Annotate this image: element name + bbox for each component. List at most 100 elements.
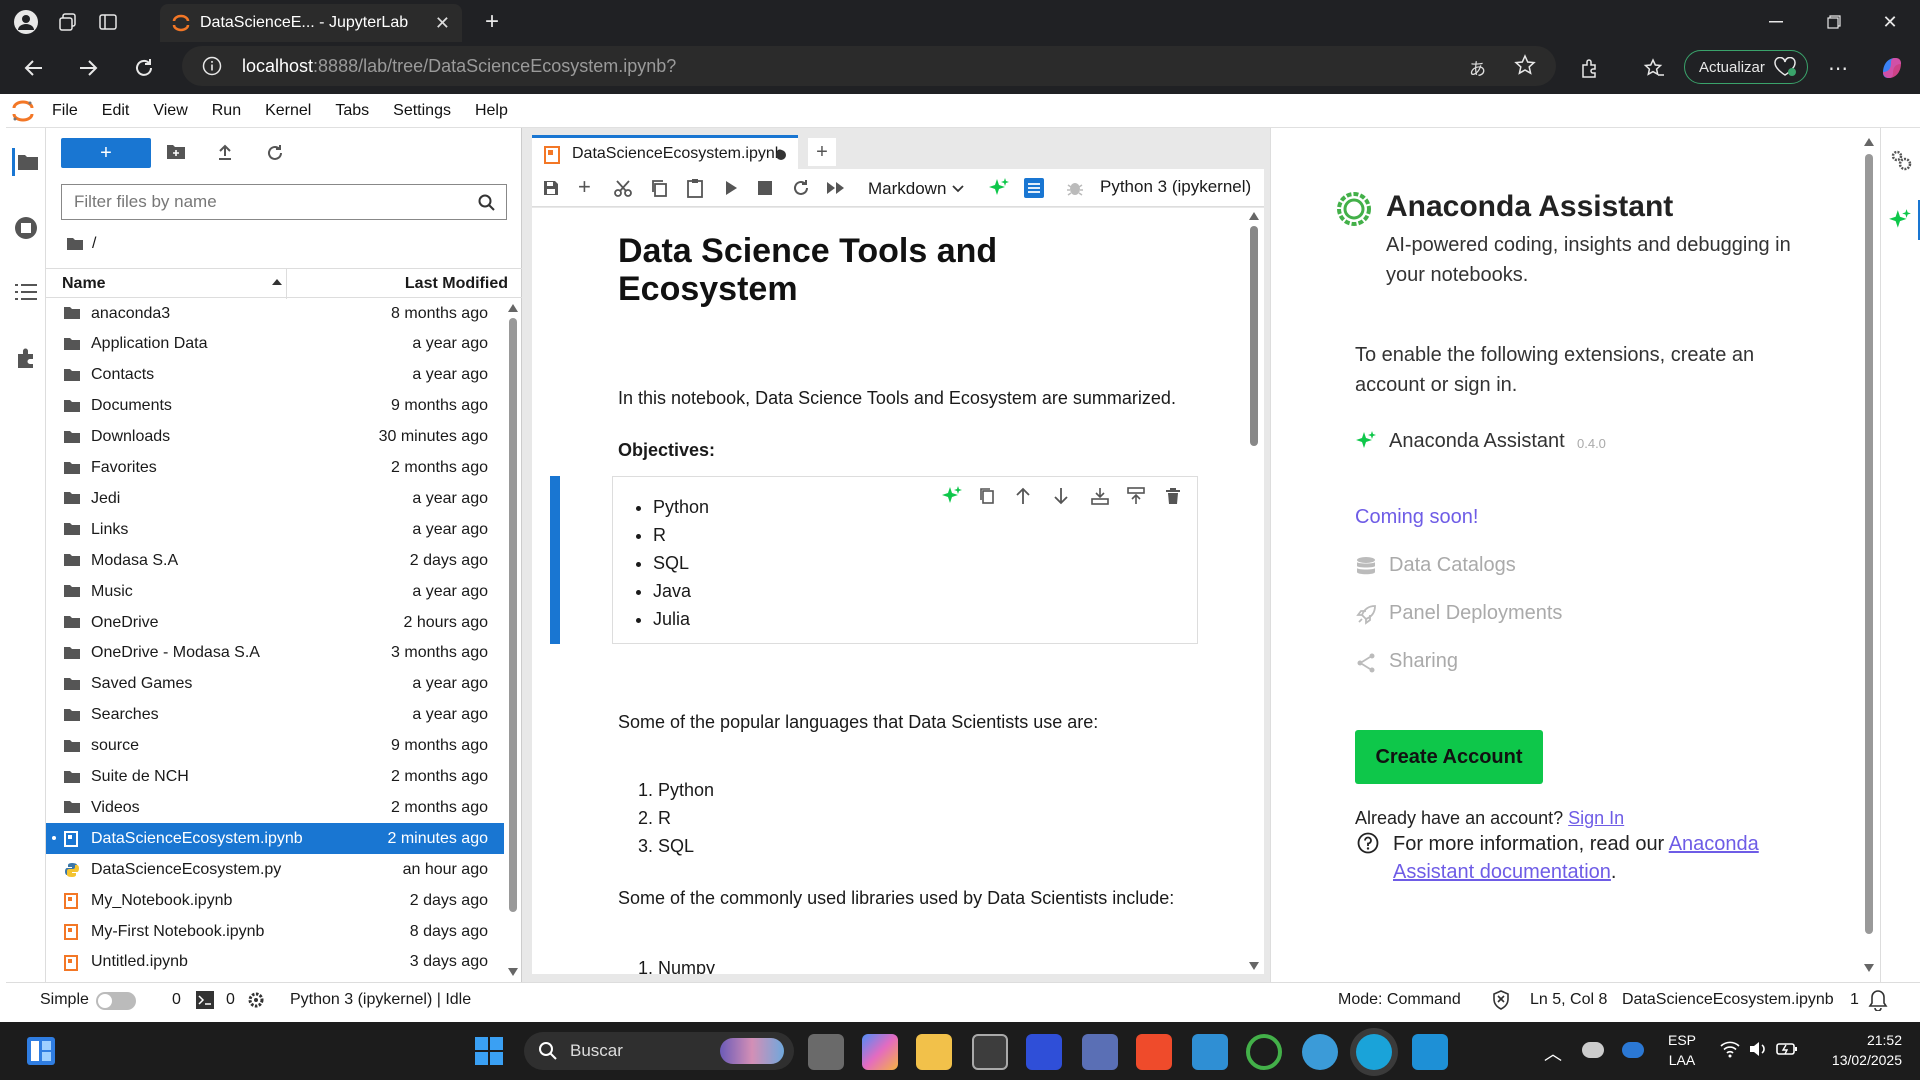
menu-settings[interactable]: Settings	[393, 102, 451, 120]
wifi-icon[interactable]	[1720, 1040, 1740, 1058]
file-browser-icon[interactable]	[12, 148, 40, 176]
file-row[interactable]: OneDrive 2 hours ago	[46, 607, 504, 638]
unsaved-dot-icon[interactable]	[776, 150, 786, 160]
file-row[interactable]: Searches a year ago	[46, 700, 504, 731]
property-inspector-gears-icon[interactable]	[1889, 148, 1913, 172]
running-kernels-icon[interactable]	[12, 214, 40, 242]
menu-edit[interactable]: Edit	[102, 102, 130, 120]
copy-icon[interactable]	[650, 179, 668, 197]
favorite-star-icon[interactable]	[1514, 54, 1536, 76]
battery-icon[interactable]	[1776, 1040, 1798, 1058]
breadcrumb[interactable]: /	[66, 232, 96, 256]
save-icon[interactable]	[542, 179, 560, 197]
notebook-mode[interactable]: Mode: Command	[1338, 991, 1461, 1009]
start-windows-icon[interactable]	[474, 1036, 504, 1066]
taskbar-search[interactable]: Buscar	[524, 1032, 794, 1070]
menu-help[interactable]: Help	[475, 102, 508, 120]
edge-browser-icon[interactable]	[1356, 1034, 1392, 1070]
minimize-icon[interactable]	[1762, 8, 1790, 36]
paste-icon[interactable]	[686, 178, 704, 198]
more-options-icon[interactable]: ⋯	[1824, 54, 1852, 82]
menu-run[interactable]: Run	[212, 102, 241, 120]
app-math-icon[interactable]	[1026, 1034, 1062, 1070]
profile-icon[interactable]	[10, 6, 42, 38]
new-folder-icon[interactable]	[166, 144, 190, 164]
file-row[interactable]: Videos 2 months ago	[46, 792, 504, 823]
extension-manager-icon[interactable]	[12, 344, 40, 372]
copilot-icon[interactable]	[1876, 52, 1908, 84]
volume-icon[interactable]	[1748, 1040, 1768, 1058]
notification-count[interactable]: 1	[1850, 991, 1859, 1009]
restart-run-all-icon[interactable]	[826, 181, 846, 195]
app-window-icon[interactable]	[1192, 1034, 1228, 1070]
insert-cell-icon[interactable]: +	[578, 176, 591, 198]
task-view-icon[interactable]	[808, 1034, 844, 1070]
column-name[interactable]: Name	[62, 275, 106, 293]
app-globe-icon[interactable]	[1302, 1034, 1338, 1070]
assistant-sparkle-icon[interactable]	[988, 177, 1010, 199]
show-hidden-icons-icon[interactable]: ︿	[1544, 1040, 1562, 1066]
create-account-button[interactable]: Create Account	[1355, 730, 1543, 784]
filter-files-input[interactable]: Filter files by name	[61, 184, 507, 220]
sort-ascending-icon[interactable]	[272, 279, 282, 285]
kernel-name[interactable]: Python 3 (ipykernel)	[1100, 177, 1251, 197]
upload-icon[interactable]	[216, 144, 240, 164]
workspaces-icon[interactable]	[54, 8, 82, 36]
delete-cell-icon[interactable]	[1165, 487, 1181, 505]
cursor-position[interactable]: Ln 5, Col 8	[1530, 991, 1607, 1009]
app-hexagon-icon[interactable]	[972, 1034, 1008, 1070]
file-row[interactable]: Jedi a year ago	[46, 483, 504, 514]
tab-actions-icon[interactable]	[94, 8, 122, 36]
notebook-scrollbar[interactable]	[1244, 208, 1264, 974]
read-aloud-icon[interactable]: あ	[1469, 55, 1486, 80]
input-language[interactable]: ESP LAA	[1668, 1030, 1696, 1070]
new-tab-icon[interactable]: +	[478, 8, 506, 36]
forward-icon[interactable]	[72, 52, 104, 84]
file-row[interactable]: My_Notebook.ipynb 2 days ago	[46, 885, 504, 916]
file-row[interactable]: Favorites 2 months ago	[46, 453, 504, 484]
brave-browser-icon[interactable]	[1136, 1034, 1172, 1070]
file-row[interactable]: OneDrive - Modasa S.A 3 months ago	[46, 638, 504, 669]
file-row[interactable]: Links a year ago	[46, 514, 504, 545]
move-up-icon[interactable]	[1015, 487, 1031, 505]
menu-view[interactable]: View	[153, 102, 187, 120]
column-last-modified[interactable]: Last Modified	[405, 275, 508, 293]
active-cell[interactable]: Python R SQL Java Julia	[612, 476, 1198, 644]
clock[interactable]: 21:52 13/02/2025	[1812, 1030, 1902, 1070]
file-row[interactable]: anaconda3 8 months ago	[46, 298, 504, 329]
property-inspector-icon[interactable]	[1024, 178, 1044, 198]
file-row[interactable]: DataScienceEcosystem.py an hour ago	[46, 854, 504, 885]
kernel-status[interactable]: Python 3 (ipykernel) | Idle	[290, 991, 471, 1009]
sign-in-link[interactable]: Sign In	[1568, 808, 1624, 829]
file-row[interactable]: DataScienceEcosystem.ipynb 2 minutes ago	[46, 823, 504, 855]
kernel-count[interactable]: 0	[226, 991, 235, 1009]
cell-type-select[interactable]: Markdown	[868, 177, 972, 201]
notebook-tab[interactable]: DataScienceEcosystem.ipynb	[532, 135, 798, 169]
file-row[interactable]: Application Data a year ago	[46, 329, 504, 360]
restart-kernel-icon[interactable]	[792, 179, 810, 197]
stop-kernel-icon[interactable]	[758, 181, 772, 195]
file-explorer-icon[interactable]	[916, 1034, 952, 1070]
app-pen-icon[interactable]	[1082, 1034, 1118, 1070]
file-row[interactable]: Contacts a year ago	[46, 360, 504, 391]
browser-tab-active[interactable]: DataScienceE... - JupyterLab ✕	[160, 4, 462, 42]
file-row[interactable]: My-First Notebook.ipynb 8 days ago	[46, 916, 504, 947]
notepad-icon[interactable]	[1412, 1034, 1448, 1070]
reload-icon[interactable]	[128, 52, 160, 84]
duplicate-cell-icon[interactable]	[979, 487, 995, 505]
file-row[interactable]: Music a year ago	[46, 576, 504, 607]
close-tab-icon[interactable]: ✕	[435, 13, 450, 34]
file-row[interactable]: Modasa S.A 2 days ago	[46, 545, 504, 576]
address-bar[interactable]: localhost:8888/lab/tree/DataScienceEcosy…	[182, 46, 1556, 86]
debugger-icon[interactable]	[1066, 179, 1084, 197]
cut-icon[interactable]	[614, 179, 632, 197]
table-of-contents-icon[interactable]	[12, 278, 40, 306]
site-info-icon[interactable]	[202, 56, 222, 76]
insert-below-icon[interactable]	[1127, 487, 1145, 505]
close-window-icon[interactable]: ✕	[1876, 8, 1904, 36]
file-row[interactable]: Downloads 30 minutes ago	[46, 422, 504, 453]
assistant-panel-icon[interactable]	[1881, 200, 1920, 240]
anaconda-navigator-icon[interactable]	[1246, 1034, 1282, 1070]
new-launcher-button[interactable]: +	[61, 138, 151, 168]
file-row[interactable]: Documents 9 months ago	[46, 391, 504, 422]
